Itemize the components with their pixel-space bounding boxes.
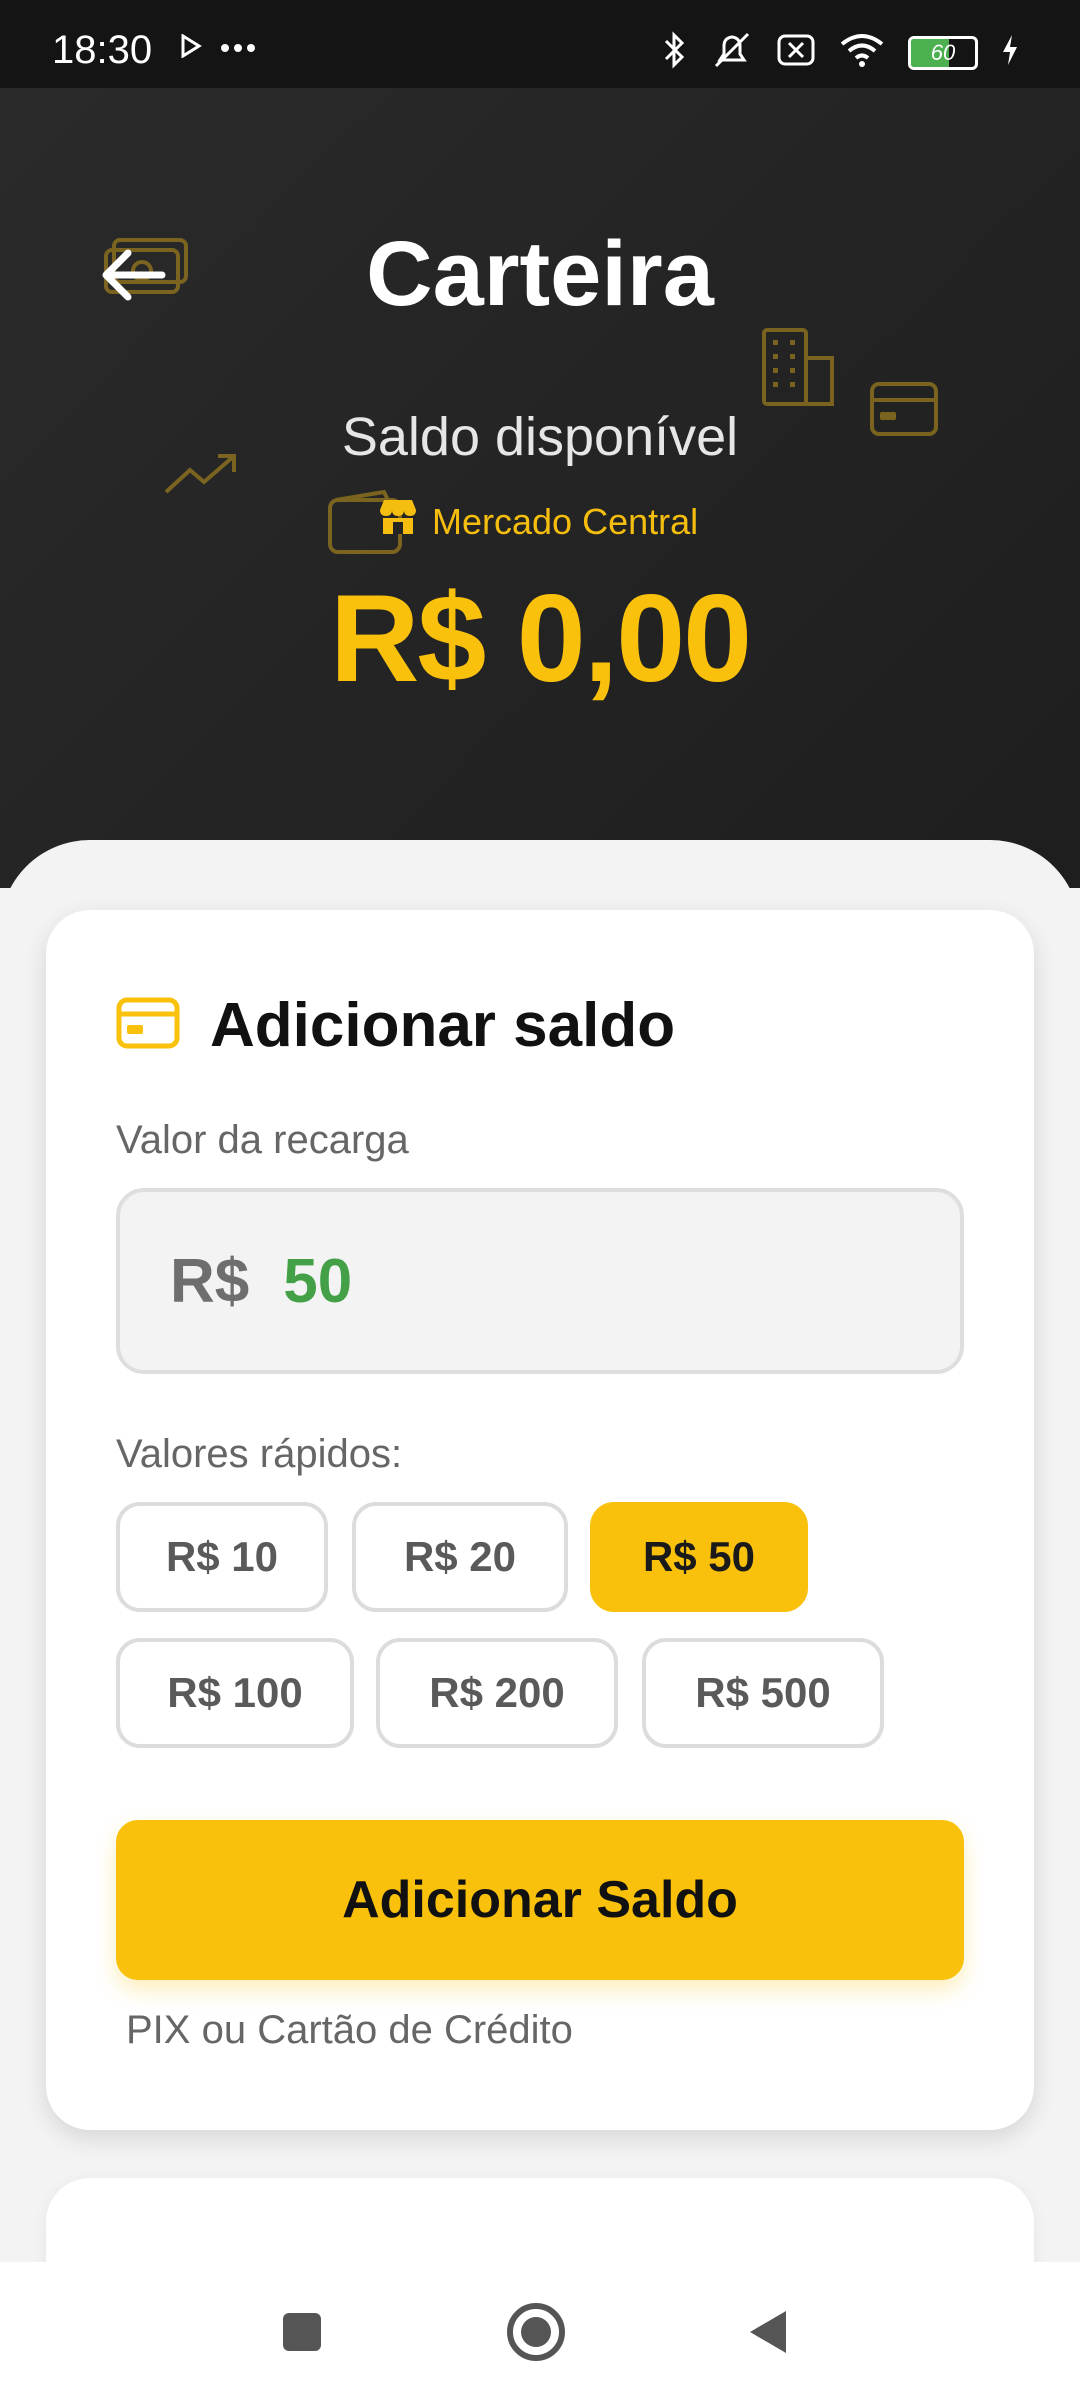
bluetooth-icon: [662, 30, 688, 75]
amount-value[interactable]: 50: [283, 1246, 352, 1317]
quick-value-chip-200[interactable]: R$ 200: [376, 1638, 618, 1748]
play-icon: [180, 33, 202, 63]
store-icon: [378, 498, 418, 545]
card-title: Adicionar saldo: [210, 991, 676, 1060]
battery-icon: 60: [908, 35, 978, 70]
status-time: 18:30: [52, 28, 153, 72]
wallet-header: Carteira Saldo disponível Mercado Centra…: [0, 88, 1080, 888]
quick-value-chip-100[interactable]: R$ 100: [116, 1638, 354, 1748]
page-title: Carteira: [366, 223, 714, 325]
battery-level: 60: [930, 39, 956, 65]
quick-values-label: Valores rápidos:: [116, 1432, 403, 1476]
currency-prefix: R$: [170, 1246, 250, 1316]
credit-card-icon: [116, 997, 180, 1054]
charging-icon: [1000, 33, 1020, 72]
store-row: Mercado Central: [378, 498, 698, 545]
quick-value-chip-50[interactable]: R$ 50: [590, 1502, 808, 1612]
balance-value: R$ 0,00: [329, 570, 752, 708]
quick-value-chip-20[interactable]: R$ 20: [352, 1502, 568, 1612]
mute-icon: [710, 30, 754, 75]
amount-label: Valor da recarga: [116, 1118, 409, 1162]
quick-value-chip-10[interactable]: R$ 10: [116, 1502, 328, 1612]
home-icon[interactable]: [496, 2292, 576, 2372]
amount-input[interactable]: R$ 50: [116, 1188, 964, 1374]
add-balance-card: Adicionar saldo Valor da recarga R$ 50 V…: [46, 910, 1034, 2130]
sim-off-icon: [776, 33, 816, 72]
quick-value-chip-500[interactable]: R$ 500: [642, 1638, 884, 1748]
wifi-icon: [838, 32, 886, 73]
status-bar: 18:30 60: [0, 0, 1080, 88]
balance-label: Saldo disponível: [341, 407, 739, 467]
back-nav-icon[interactable]: [728, 2292, 808, 2372]
recent-apps-icon[interactable]: [262, 2292, 342, 2372]
system-nav-bar: [0, 2262, 1080, 2400]
more-dots-icon: [220, 40, 256, 58]
add-balance-button[interactable]: Adicionar Saldo: [116, 1820, 964, 1980]
status-right-icons: 60: [662, 30, 1020, 75]
store-name: Mercado Central: [432, 500, 699, 542]
building-decor-icon: [760, 326, 836, 413]
payment-methods-hint: PIX ou Cartão de Crédito: [126, 2008, 573, 2052]
card-header: Adicionar saldo: [116, 990, 675, 1061]
status-left-icons: [180, 33, 256, 63]
